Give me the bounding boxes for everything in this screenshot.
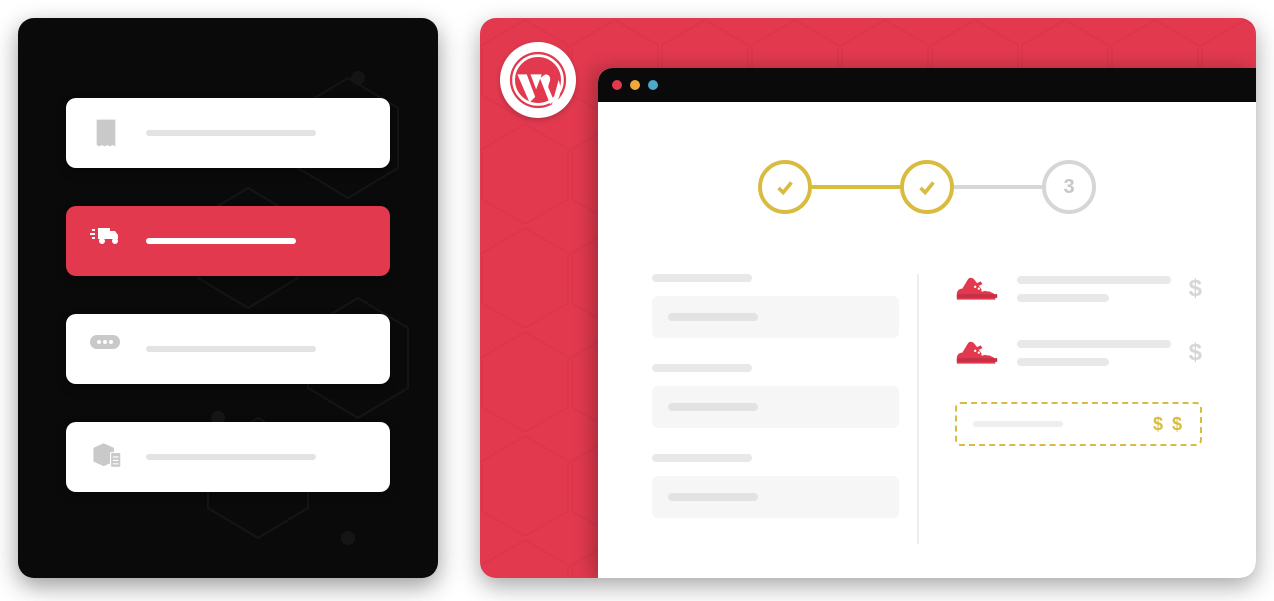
form-input-1[interactable] xyxy=(652,296,899,338)
checkout-page: 3 xyxy=(598,102,1256,544)
chat-icon xyxy=(90,333,122,365)
total-price: $ $ xyxy=(1153,414,1184,435)
check-icon xyxy=(916,176,938,198)
step-3[interactable]: 3 xyxy=(1042,160,1096,214)
inventory-icon xyxy=(90,441,122,473)
form-column xyxy=(652,274,899,544)
traffic-light-minimize-icon[interactable] xyxy=(630,80,640,90)
fast-delivery-icon xyxy=(90,225,122,257)
step-3-label: 3 xyxy=(1063,176,1074,199)
placeholder-line xyxy=(1017,276,1171,284)
window-titlebar xyxy=(598,68,1256,102)
form-input-3[interactable] xyxy=(652,476,899,518)
item-price: $ xyxy=(1189,275,1202,303)
traffic-light-zoom-icon[interactable] xyxy=(648,80,658,90)
progress-stepper: 3 xyxy=(652,160,1202,214)
field-label xyxy=(652,274,752,282)
step-connector xyxy=(812,185,900,189)
step-connector xyxy=(954,185,1042,189)
sidebar-item-inventory[interactable] xyxy=(66,422,390,492)
browser-window: 3 xyxy=(598,68,1256,578)
item-price: $ xyxy=(1189,339,1202,367)
cart-item: $ xyxy=(955,274,1202,304)
step-2[interactable] xyxy=(900,160,954,214)
placeholder-line xyxy=(1017,294,1109,302)
sneaker-icon xyxy=(955,338,999,368)
placeholder-line xyxy=(146,346,316,352)
form-input-2[interactable] xyxy=(652,386,899,428)
step-1[interactable] xyxy=(758,160,812,214)
traffic-light-close-icon[interactable] xyxy=(612,80,622,90)
check-icon xyxy=(774,176,796,198)
left-panel xyxy=(18,18,438,578)
cart-column: $ $ xyxy=(917,274,1202,544)
sneaker-icon xyxy=(955,274,999,304)
placeholder-line xyxy=(146,238,296,244)
placeholder-line xyxy=(973,421,1063,427)
wordpress-logo xyxy=(500,42,576,118)
cart-item: $ xyxy=(955,338,1202,368)
field-label xyxy=(652,454,752,462)
receipt-icon xyxy=(90,117,122,149)
sidebar-item-shipping[interactable] xyxy=(66,206,390,276)
placeholder-line xyxy=(1017,340,1171,348)
right-panel: 3 xyxy=(480,18,1256,578)
placeholder-line xyxy=(1017,358,1109,366)
cart-total: $ $ xyxy=(955,402,1202,446)
sidebar-menu xyxy=(18,18,438,492)
placeholder-line xyxy=(146,454,316,460)
placeholder-line xyxy=(146,130,316,136)
sidebar-item-chat[interactable] xyxy=(66,314,390,384)
field-label xyxy=(652,364,752,372)
sidebar-item-receipt[interactable] xyxy=(66,98,390,168)
